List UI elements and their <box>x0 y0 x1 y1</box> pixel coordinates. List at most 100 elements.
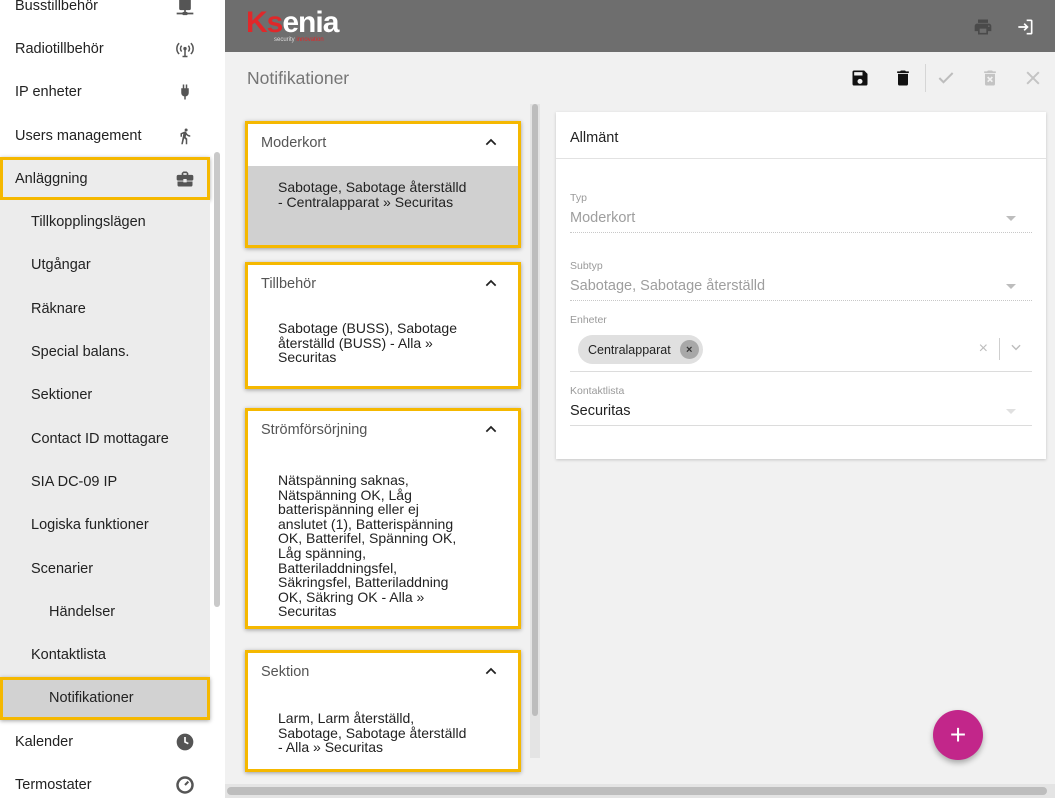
enheter-field[interactable]: Enheter Centralapparat × × <box>570 314 1032 372</box>
sidebar-item-anlaggning[interactable]: Anläggning <box>0 157 210 201</box>
delete-outline-icon <box>984 70 996 86</box>
sidebar-item-label: SIA DC-09 IP <box>31 473 118 490</box>
radio-tower-icon <box>174 38 196 60</box>
card-title: Strömförsörjning <box>261 422 368 438</box>
save-button[interactable] <box>849 67 871 89</box>
scrollbar-thumb[interactable] <box>532 104 538 716</box>
typ-field[interactable]: Typ Moderkort <box>570 192 1032 233</box>
kontaktlista-select[interactable]: Securitas <box>570 403 1032 426</box>
caret-down-icon <box>1006 409 1016 414</box>
chip-label: Centralapparat <box>588 342 671 357</box>
sidebar-item-label: Notifikationer <box>49 690 134 707</box>
logout-button[interactable] <box>1014 16 1036 38</box>
horizontal-scrollbar[interactable] <box>225 784 1055 798</box>
sidebar-item-users-management[interactable]: Users management <box>0 114 210 157</box>
card-header[interactable]: Tillbehör <box>245 262 521 307</box>
sidebar-item-label: Kontaktlista <box>31 647 106 664</box>
print-button[interactable] <box>972 16 994 38</box>
sidebar-item-kalender[interactable]: Kalender <box>0 720 210 763</box>
delete-button[interactable] <box>892 67 914 89</box>
field-value: Moderkort <box>570 210 636 226</box>
toolbar-divider <box>925 64 926 92</box>
card-body[interactable]: Sabotage, Sabotage återställd - Centrala… <box>245 166 521 245</box>
chip-centralapparat: Centralapparat × <box>578 335 703 364</box>
sidebar-item-label: Tillkopplingslägen <box>31 214 146 231</box>
chevron-up-icon[interactable] <box>483 275 499 291</box>
select-divider <box>999 338 1000 360</box>
field-label: Kontaktlista <box>570 385 625 397</box>
notification-card-tillbehor[interactable]: Tillbehör Sabotage (BUSS), Sabotage åter… <box>245 262 521 389</box>
cards-scrollbar[interactable] <box>530 104 540 758</box>
sidebar-item-label: Radiotillbehör <box>15 40 104 57</box>
field-label: Subtyp <box>570 260 603 272</box>
sidebar-item-label: Räknare <box>31 300 86 317</box>
sidebar-item-label: Händelser <box>49 603 116 620</box>
sidebar-item-notifikationer[interactable]: Notifikationer <box>0 676 210 721</box>
sidebar-item-ip-enheter[interactable]: IP enheter <box>0 71 210 114</box>
sidebar-item-label: Busstillbehör <box>15 0 99 14</box>
sidebar-item-label: Kalender <box>15 733 74 750</box>
card-body[interactable]: Larm, Larm återställd, Sabotage, Sabotag… <box>245 695 521 765</box>
confirm-button[interactable] <box>935 67 957 89</box>
delete-outline-button[interactable] <box>979 67 1001 89</box>
caret-down-icon <box>1006 216 1016 221</box>
card-body[interactable]: Sabotage (BUSS), Sabotage återställd (BU… <box>245 307 521 375</box>
sidebar-item-raknare[interactable]: Räknare <box>0 287 210 331</box>
remove-chip-icon[interactable]: × <box>679 340 699 359</box>
card-title: Tillbehör <box>261 276 317 292</box>
sidebar-nav: Busstillbehör Radiotillbehör IP enheter … <box>0 0 210 798</box>
sidebar-item-sia-dc09-ip[interactable]: SIA DC-09 IP <box>0 460 210 504</box>
card-header[interactable]: Sektion <box>245 650 521 695</box>
sidebar-item-logiska-funktioner[interactable]: Logiska funktioner <box>0 503 210 547</box>
sidebar-item-label: Sektioner <box>31 387 93 404</box>
ksenia-logo: Ksenia security innovation <box>246 6 339 43</box>
caret-down-icon <box>1006 284 1016 289</box>
card-title: Moderkort <box>261 135 327 151</box>
card-header[interactable]: Moderkort <box>245 121 521 166</box>
sidebar-scrollbar[interactable] <box>214 152 220 607</box>
subtyp-select[interactable]: Sabotage, Sabotage återställd <box>570 278 1032 301</box>
card-title: Sektion <box>261 664 310 680</box>
card-header[interactable]: Strömförsörjning <box>245 408 521 453</box>
sidebar-item-tillkopplingslagen[interactable]: Tillkopplingslägen <box>0 200 210 244</box>
thermostat-icon <box>174 774 196 796</box>
sidebar-item-sektioner[interactable]: Sektioner <box>0 373 210 417</box>
enheter-multiselect[interactable]: Centralapparat × × <box>570 332 1032 372</box>
sidebar-item-scenarier[interactable]: Scenarier <box>0 546 210 591</box>
page-title: Notifikationer <box>247 68 350 88</box>
sidebar-item-label: Contact ID mottagare <box>31 430 169 447</box>
sidebar-item-label: IP enheter <box>15 84 82 101</box>
chevron-down-icon[interactable] <box>1009 340 1023 354</box>
sidebar-item-label: Scenarier <box>31 560 94 577</box>
field-value: Securitas <box>570 403 631 419</box>
add-button[interactable]: + <box>933 710 983 760</box>
subtyp-field[interactable]: Subtyp Sabotage, Sabotage återställd <box>570 260 1032 301</box>
delete-icon <box>897 70 909 86</box>
sidebar-item-kontaktlista[interactable]: Kontaktlista <box>0 633 210 677</box>
chevron-up-icon[interactable] <box>483 134 499 150</box>
card-body[interactable]: Nätspänning saknas, Nätspänning OK, Låg … <box>245 453 521 629</box>
notification-card-stromforsorjning[interactable]: Strömförsörjning Nätspänning saknas, Nät… <box>245 408 521 629</box>
kontaktlista-field[interactable]: Kontaktlista Securitas <box>570 385 1032 426</box>
notification-card-moderkort[interactable]: Moderkort Sabotage, Sabotage återställd … <box>245 121 521 248</box>
notification-card-sektion[interactable]: Sektion Larm, Larm återställd, Sabotage,… <box>245 650 521 772</box>
sidebar-item-utgangar[interactable]: Utgångar <box>0 243 210 288</box>
sidebar-item-contact-id-mottagare[interactable]: Contact ID mottagare <box>0 416 210 461</box>
sidebar-item-special-balans[interactable]: Special balans. <box>0 330 210 374</box>
sidebar-item-label: Logiska funktioner <box>31 517 149 534</box>
chevron-up-icon[interactable] <box>483 663 499 679</box>
sidebar-item-radiotillbehor[interactable]: Radiotillbehör <box>0 27 210 70</box>
sidebar-item-handelser[interactable]: Händelser <box>0 590 210 634</box>
typ-select[interactable]: Moderkort <box>570 210 1032 233</box>
close-button[interactable] <box>1022 67 1044 89</box>
field-label: Enheter <box>570 314 607 326</box>
sidebar: Busstillbehör Radiotillbehör IP enheter … <box>0 0 225 798</box>
sidebar-item-label: Users management <box>15 127 142 144</box>
chevron-up-icon[interactable] <box>483 421 499 437</box>
sidebar-item-label: Special balans. <box>31 344 130 361</box>
scrollbar-thumb[interactable] <box>227 787 1047 795</box>
sidebar-item-termostater[interactable]: Termostater <box>0 763 210 798</box>
field-value: Sabotage, Sabotage återställd <box>570 278 766 294</box>
sidebar-item-busstillbehor[interactable]: Busstillbehör <box>0 0 210 27</box>
clear-icon[interactable]: × <box>979 340 988 358</box>
